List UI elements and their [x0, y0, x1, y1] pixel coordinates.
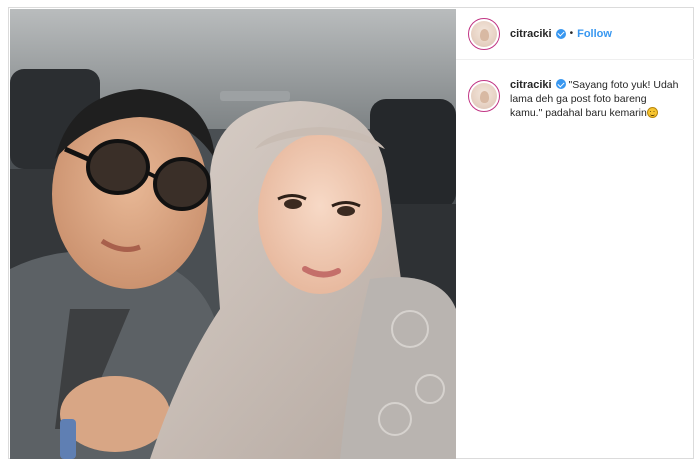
profile-picture: [471, 83, 497, 109]
verified-badge-icon: [555, 28, 566, 39]
instagram-post: citraciki • Follow citraciki "Sayang fot…: [8, 7, 694, 459]
username-link[interactable]: citraciki: [510, 28, 552, 40]
caption-avatar[interactable]: [468, 80, 500, 112]
post-photo[interactable]: [10, 9, 456, 459]
caption-body: citraciki "Sayang foto yuk! Udah lama de…: [510, 78, 680, 120]
smiling-face-emoji-icon: [646, 107, 658, 118]
separator-dot: •: [569, 28, 574, 39]
post-caption: citraciki "Sayang foto yuk! Udah lama de…: [468, 78, 688, 120]
car-selfie-illustration: [10, 9, 456, 459]
post-sidebar: citraciki • Follow citraciki "Sayang fot…: [456, 8, 694, 460]
verified-badge-icon: [555, 79, 566, 89]
caption-username-link[interactable]: citraciki: [510, 79, 552, 91]
avatar[interactable]: [468, 17, 500, 50]
follow-button[interactable]: Follow: [577, 28, 612, 40]
post-header: citraciki • Follow: [456, 8, 694, 60]
profile-picture: [471, 20, 497, 47]
